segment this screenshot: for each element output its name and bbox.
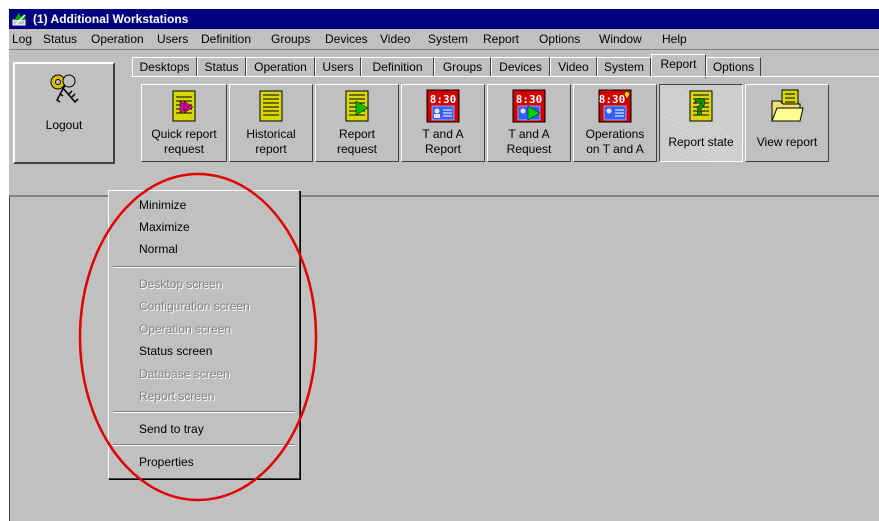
app-icon <box>12 13 26 26</box>
operations-t-and-a-label-1: Operations <box>585 127 645 141</box>
clock-text-3: 8:30 <box>599 93 626 106</box>
menu-bar: Log Status Operation Users Definition Gr… <box>9 29 879 50</box>
menu-item-maximize[interactable]: Maximize <box>139 220 190 234</box>
historical-report-button[interactable]: Historical report <box>229 84 313 162</box>
tab-definition[interactable]: Definition <box>361 57 434 77</box>
clock-text: 8:30 <box>430 93 457 106</box>
keys-icon <box>50 74 79 104</box>
report-request-button[interactable]: Report request <box>315 84 399 162</box>
toolbar-area: Logout Desktops Status Operation Users D… <box>9 50 879 195</box>
tab-report[interactable]: Report <box>651 54 706 78</box>
quick-report-label-1: Quick report <box>151 127 217 141</box>
historical-report-icon <box>259 90 283 122</box>
menu-item-desktop-screen: Desktop screen <box>139 277 223 291</box>
report-state-button[interactable]: ? Report state <box>659 84 743 162</box>
menu-item-send-to-tray[interactable]: Send to tray <box>139 422 204 436</box>
menu-operation[interactable]: Operation <box>91 32 144 46</box>
report-state-label: Report state <box>668 135 734 149</box>
menu-item-operation-screen: Operation screen <box>139 322 232 336</box>
tab-operation[interactable]: Operation <box>246 57 315 77</box>
context-menu: Minimize Maximize Normal Desktop screen … <box>108 190 300 479</box>
tab-status[interactable]: Status <box>197 57 246 77</box>
t-and-a-report-label-1: T and A <box>422 127 464 141</box>
menu-video[interactable]: Video <box>380 32 410 46</box>
menu-status[interactable]: Status <box>43 32 77 46</box>
tab-system[interactable]: System <box>597 57 651 77</box>
window-title: (1) Additional Workstations <box>33 12 189 26</box>
report-state-icon: ? <box>689 90 713 122</box>
menu-definition[interactable]: Definition <box>201 32 251 46</box>
menu-item-properties[interactable]: Properties <box>139 455 194 469</box>
t-and-a-request-label-1: T and A <box>508 127 550 141</box>
menu-users[interactable]: Users <box>157 32 188 46</box>
t-and-a-request-icon: 8:30 <box>512 89 546 123</box>
menu-separator <box>113 411 295 413</box>
view-report-label: View report <box>756 135 818 149</box>
report-tab-panel: Quick report request Historical report R… <box>131 76 879 192</box>
tab-devices[interactable]: Devices <box>491 57 550 77</box>
svg-text:?: ? <box>694 96 707 121</box>
tab-groups[interactable]: Groups <box>434 57 491 77</box>
historical-report-label-1: Historical <box>246 127 296 141</box>
operations-on-t-and-a-button[interactable]: 8:30 Operations on T and A <box>573 84 657 162</box>
title-bar: (1) Additional Workstations <box>9 9 879 29</box>
quick-report-label-2: request <box>163 142 205 156</box>
menu-item-database-screen: Database screen <box>139 367 230 381</box>
tab-options[interactable]: Options <box>706 57 761 77</box>
menu-log[interactable]: Log <box>12 32 32 46</box>
menu-options[interactable]: Options <box>539 32 580 46</box>
t-and-a-report-label-2: Report <box>424 142 462 156</box>
t-and-a-request-button[interactable]: 8:30 T and A Request <box>487 84 571 162</box>
menu-item-normal[interactable]: Normal <box>139 242 178 256</box>
menu-window[interactable]: Window <box>599 32 642 46</box>
logout-label: Logout <box>45 118 83 132</box>
menu-separator <box>113 266 295 268</box>
menu-system[interactable]: System <box>428 32 468 46</box>
tab-desktops[interactable]: Desktops <box>132 57 197 77</box>
logout-button[interactable]: Logout <box>13 62 115 164</box>
historical-report-label-2: report <box>255 142 287 156</box>
menu-help[interactable]: Help <box>662 32 687 46</box>
menu-item-configuration-screen: Configuration screen <box>139 299 250 313</box>
menu-item-minimize[interactable]: Minimize <box>139 198 186 212</box>
operations-t-and-a-label-2: on T and A <box>586 142 644 156</box>
menu-separator <box>113 444 295 446</box>
report-request-icon <box>345 90 369 122</box>
report-request-label-1: Report <box>338 127 376 141</box>
t-and-a-report-button[interactable]: 8:30 T and A Report <box>401 84 485 162</box>
clock-text-2: 8:30 <box>516 93 543 106</box>
operations-t-and-a-icon: 8:30 <box>598 89 632 123</box>
menu-item-status-screen[interactable]: Status screen <box>139 344 212 358</box>
menu-devices[interactable]: Devices <box>325 32 368 46</box>
view-report-button[interactable]: View report <box>745 84 829 162</box>
report-request-label-2: request <box>336 142 378 156</box>
tab-video[interactable]: Video <box>550 57 597 77</box>
menu-groups[interactable]: Groups <box>271 32 310 46</box>
t-and-a-report-icon: 8:30 <box>426 89 460 123</box>
menu-report[interactable]: Report <box>483 32 519 46</box>
tab-users[interactable]: Users <box>315 57 361 77</box>
view-report-icon <box>771 89 804 122</box>
quick-report-request-button[interactable]: Quick report request <box>141 84 227 162</box>
t-and-a-request-label-2: Request <box>506 142 552 156</box>
menu-item-report-screen: Report screen <box>139 389 215 403</box>
quick-report-icon <box>172 90 196 122</box>
